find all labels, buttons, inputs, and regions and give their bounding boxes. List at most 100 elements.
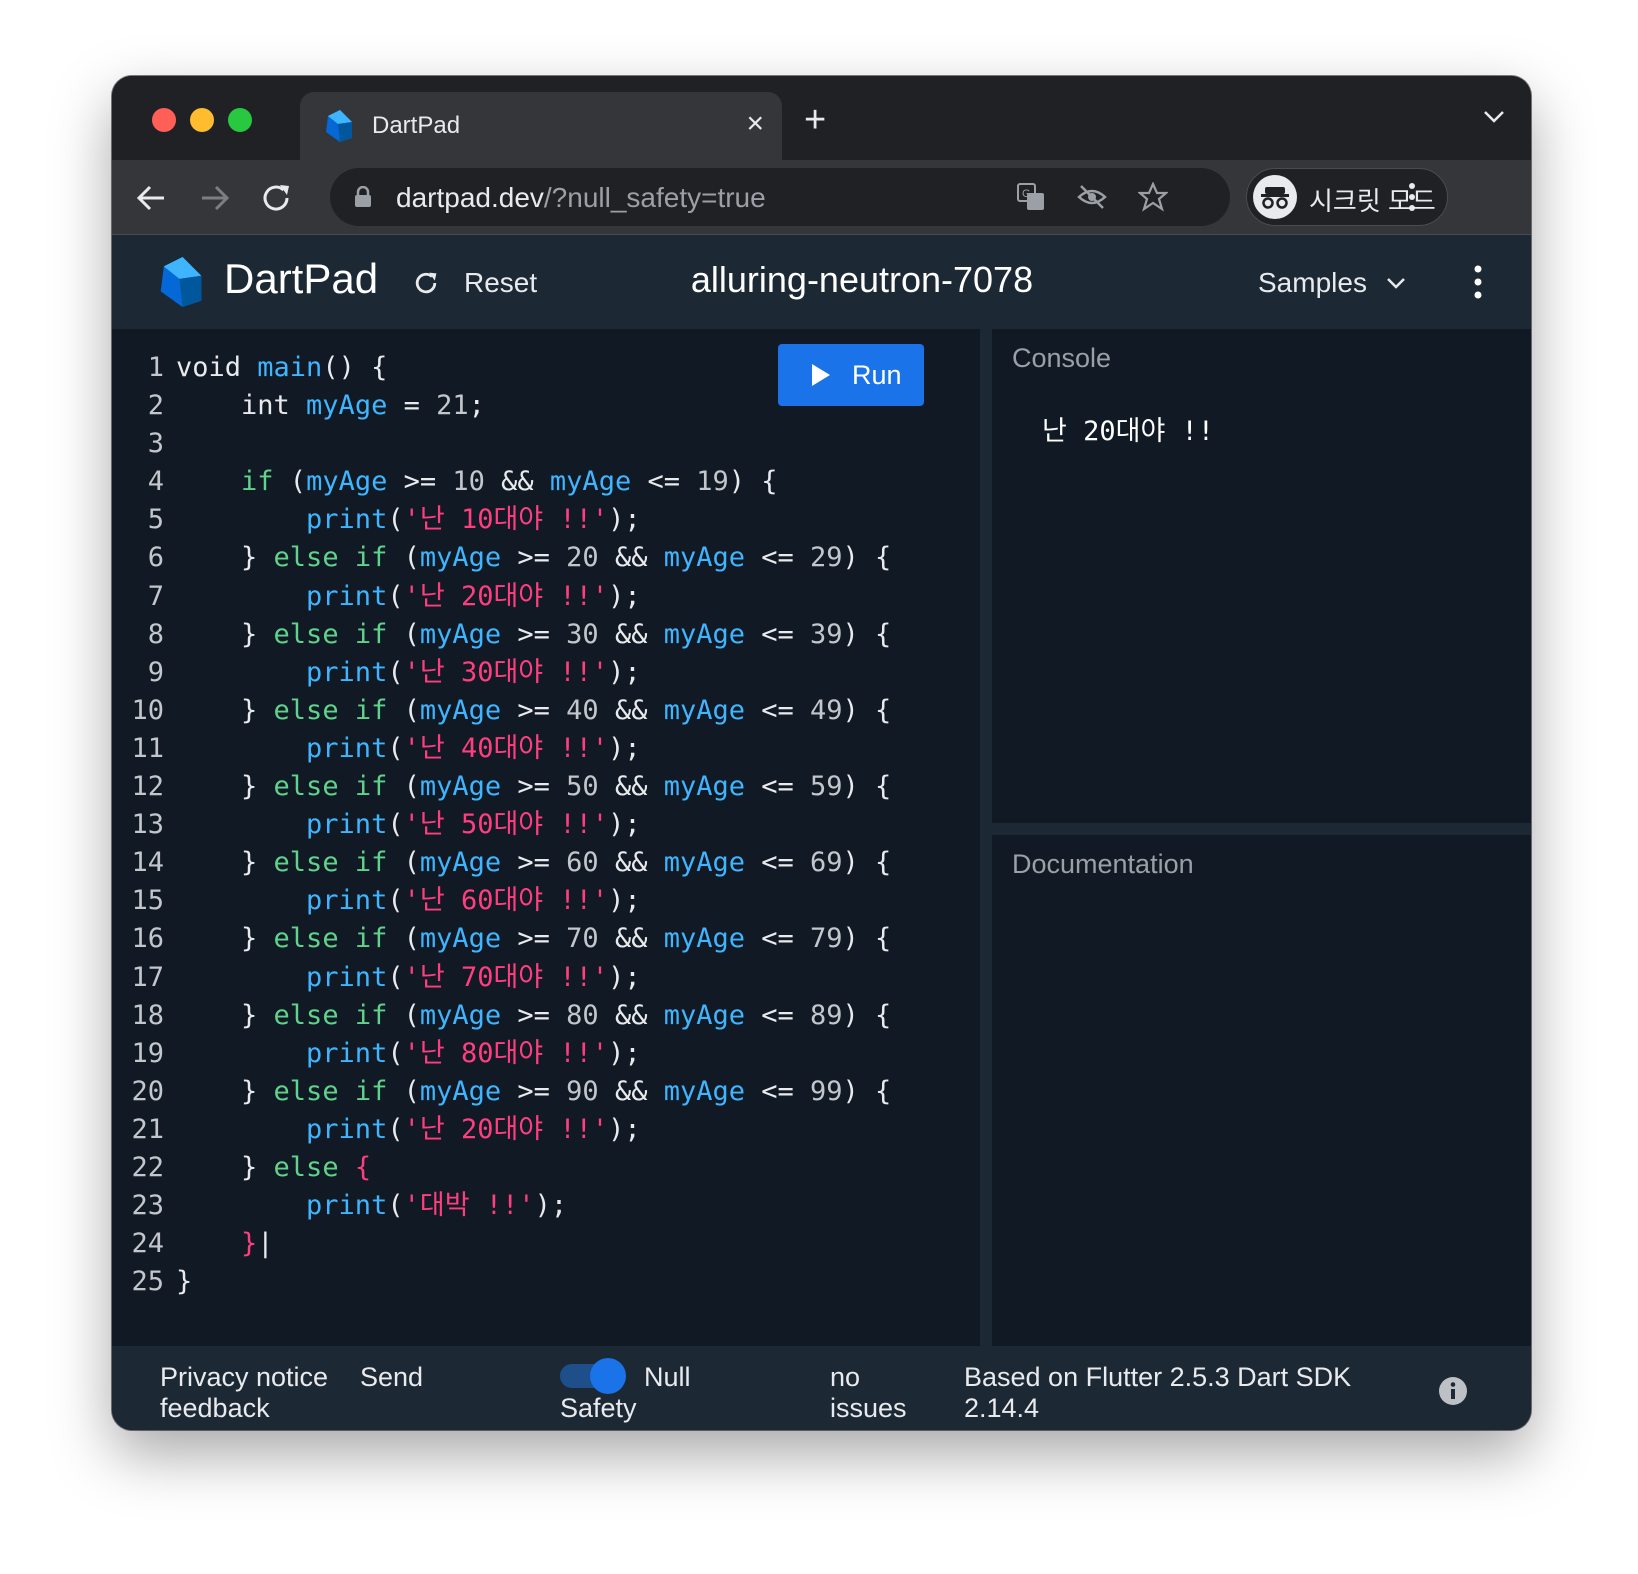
line-code[interactable]: print('난 60대야 !!');: [176, 882, 641, 920]
star-bookmark-icon[interactable]: [1138, 182, 1168, 212]
code-line[interactable]: 6 } else if (myAge >= 20 && myAge <= 29)…: [112, 539, 972, 577]
code-line[interactable]: 5 print('난 10대야 !!');: [112, 501, 972, 539]
code-token: else if: [273, 847, 388, 879]
send-feedback-label-1: Send: [360, 1362, 424, 1392]
code-token: <=: [745, 999, 811, 1031]
send-feedback-link[interactable]: Send feedback: [160, 1362, 460, 1426]
line-code[interactable]: } else if (myAge >= 50 && myAge <= 59) {: [176, 768, 891, 806]
line-code[interactable]: print('난 70대야 !!');: [176, 959, 641, 997]
code-line[interactable]: 25}: [112, 1263, 972, 1301]
code-token: >=: [387, 466, 453, 498]
code-token: (: [387, 999, 420, 1031]
forward-arrow-icon[interactable]: [194, 178, 234, 218]
address-bar[interactable]: dartpad.dev/?null_safety=true G: [330, 168, 1230, 226]
chevron-down-icon[interactable]: [1386, 277, 1406, 291]
issues-label-1[interactable]: no: [830, 1362, 860, 1393]
browser-tab-dartpad[interactable]: DartPad ×: [300, 92, 782, 160]
reset-label[interactable]: Reset: [464, 267, 537, 299]
translate-icon[interactable]: G: [1016, 182, 1046, 212]
run-button[interactable]: Run: [778, 344, 924, 406]
code-token: else: [273, 1151, 339, 1183]
code-line[interactable]: 23 print('대박 !!');: [112, 1187, 972, 1225]
code-token: ) {: [728, 466, 778, 498]
horizontal-splitter[interactable]: [992, 823, 1531, 835]
lock-icon: [355, 186, 371, 207]
code-lines[interactable]: 1 void main() {2 int myAge = 21; 3 4 if (my…: [112, 349, 972, 1301]
line-code[interactable]: } else if (myAge >= 30 && myAge <= 39) {: [176, 616, 891, 654]
line-code[interactable]: int myAge = 21;: [176, 387, 485, 425]
line-code[interactable]: } else if (myAge >= 70 && myAge <= 79) {: [176, 920, 891, 958]
code-line[interactable]: 15 print('난 60대야 !!');: [112, 882, 972, 920]
code-line[interactable]: 17 print('난 70대야 !!');: [112, 959, 972, 997]
new-tab-button[interactable]: +: [804, 101, 826, 139]
line-code[interactable]: void main() {: [176, 349, 387, 387]
snippet-title: alluring-neutron-7078: [690, 259, 1034, 300]
code-line[interactable]: 7 print('난 20대야 !!');: [112, 578, 972, 616]
code-line[interactable]: 11 print('난 40대야 !!');: [112, 730, 972, 768]
line-code[interactable]: print('난 10대야 !!');: [176, 501, 641, 539]
reload-icon[interactable]: [256, 178, 296, 218]
line-code[interactable]: print('난 20대야 !!');: [176, 1111, 641, 1149]
tab-close-icon[interactable]: ×: [746, 106, 764, 142]
code-token: '난 80대야 !!': [403, 1037, 609, 1069]
line-code[interactable]: } else if (myAge >= 80 && myAge <= 89) {: [176, 997, 891, 1035]
code-token: >=: [501, 542, 567, 574]
line-code[interactable]: } else {: [176, 1149, 371, 1187]
line-code[interactable]: if (myAge >= 10 && myAge <= 19) {: [176, 463, 778, 501]
more-vert-icon[interactable]: [1474, 263, 1482, 301]
eye-off-icon[interactable]: [1076, 182, 1108, 212]
code-line[interactable]: 12 } else if (myAge >= 50 && myAge <= 59…: [112, 768, 972, 806]
code-token: 90: [566, 1075, 599, 1107]
browser-menu-icon[interactable]: [1408, 178, 1416, 216]
code-editor[interactable]: 1 void main() {2 int myAge = 21; 3 4 if (my…: [112, 329, 980, 1346]
line-code[interactable]: print('난 50대야 !!');: [176, 806, 641, 844]
code-line[interactable]: 13 print('난 50대야 !!');: [112, 806, 972, 844]
info-icon[interactable]: [1438, 1376, 1468, 1406]
code-line[interactable]: 24 }|: [112, 1225, 972, 1263]
null-safety-toggle[interactable]: [560, 1358, 626, 1394]
send-feedback-label-2: feedback: [160, 1393, 270, 1423]
minimize-window-button[interactable]: [190, 108, 214, 132]
line-code[interactable]: } else if (myAge >= 60 && myAge <= 69) {: [176, 844, 891, 882]
line-code[interactable]: }: [176, 1263, 192, 1301]
code-line[interactable]: 10 } else if (myAge >= 40 && myAge <= 49…: [112, 692, 972, 730]
line-code[interactable]: } else if (myAge >= 40 && myAge <= 49) {: [176, 692, 891, 730]
incognito-indicator[interactable]: 시크릿 모드: [1246, 168, 1448, 226]
line-code[interactable]: print('난 40대야 !!');: [176, 730, 641, 768]
code-line[interactable]: 19 print('난 80대야 !!');: [112, 1035, 972, 1073]
code-token: 69: [810, 847, 843, 879]
line-code[interactable]: print('대박 !!');: [176, 1187, 567, 1225]
code-line[interactable]: 21 print('난 20대야 !!');: [112, 1111, 972, 1149]
code-token: <=: [745, 618, 811, 650]
line-code[interactable]: print('난 20대야 !!');: [176, 578, 641, 616]
back-arrow-icon[interactable]: [132, 178, 172, 218]
maximize-window-button[interactable]: [228, 108, 252, 132]
code-line[interactable]: 3: [112, 425, 972, 463]
code-line[interactable]: 16 } else if (myAge >= 70 && myAge <= 79…: [112, 920, 972, 958]
code-line[interactable]: 4 if (myAge >= 10 && myAge <= 19) {: [112, 463, 972, 501]
line-code[interactable]: print('난 30대야 !!');: [176, 654, 641, 692]
code-token: (: [387, 656, 404, 688]
code-line[interactable]: 22 } else {: [112, 1149, 972, 1187]
line-code[interactable]: } else if (myAge >= 20 && myAge <= 29) {: [176, 539, 891, 577]
code-line[interactable]: 20 } else if (myAge >= 90 && myAge <= 99…: [112, 1073, 972, 1111]
code-token: }: [176, 1266, 193, 1298]
code-token: print: [176, 1037, 388, 1069]
line-code[interactable]: }|: [176, 1225, 274, 1263]
line-code[interactable]: print('난 80대야 !!');: [176, 1035, 641, 1073]
code-line[interactable]: 9 print('난 30대야 !!');: [112, 654, 972, 692]
issues-label-2[interactable]: issues: [830, 1393, 907, 1424]
samples-dropdown[interactable]: Samples: [1258, 267, 1367, 299]
code-token: >=: [501, 771, 567, 803]
code-line[interactable]: 8 } else if (myAge >= 30 && myAge <= 39)…: [112, 616, 972, 654]
line-code[interactable]: } else if (myAge >= 90 && myAge <= 99) {: [176, 1073, 891, 1111]
code-line[interactable]: 14 } else if (myAge >= 60 && myAge <= 69…: [112, 844, 972, 882]
play-icon: [812, 364, 830, 386]
code-token: (: [387, 885, 404, 917]
vertical-splitter[interactable]: [980, 329, 992, 1346]
code-line[interactable]: 18 } else if (myAge >= 80 && myAge <= 89…: [112, 997, 972, 1035]
code-token: <=: [745, 847, 811, 879]
close-window-button[interactable]: [152, 108, 176, 132]
chevron-down-icon[interactable]: [1483, 110, 1505, 124]
code-token: {: [354, 1151, 372, 1183]
